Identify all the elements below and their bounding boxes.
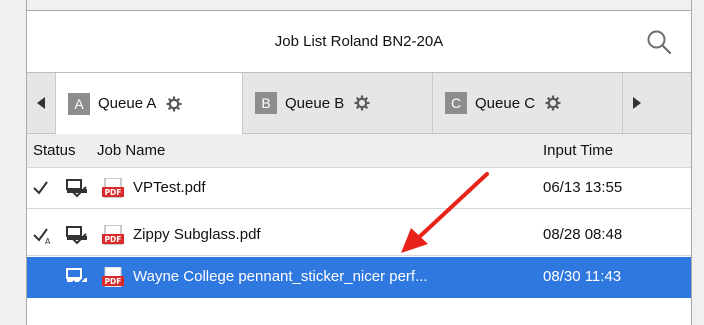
job-name: Wayne College pennant_sticker_nicer perf… — [133, 268, 428, 285]
job-input-time: 08/30 11:43 — [543, 268, 622, 285]
gear-icon[interactable] — [354, 95, 370, 111]
tab-queue-c-label: Queue C — [475, 94, 536, 112]
job-name: Zippy Subglass.pdf — [133, 226, 261, 243]
svg-text:PDF: PDF — [105, 188, 122, 197]
svg-text:A: A — [45, 237, 51, 245]
job-table-header: Status Job Name Input Time — [27, 134, 691, 168]
table-row[interactable]: A PDF Zippy Subglass.pdf 08/28 08:48 — [27, 215, 691, 256]
tab-queue-a[interactable]: A Queue A — [55, 73, 243, 134]
pdf-file-icon: PDF — [102, 267, 124, 287]
tab-queue-b[interactable]: B Queue B — [243, 73, 433, 133]
tab-scroll-right-icon[interactable] — [628, 94, 646, 112]
printer-icon — [66, 179, 87, 198]
queue-b-letter-badge: B — [255, 92, 277, 114]
printer-icon — [66, 226, 87, 245]
right-background — [691, 0, 704, 325]
column-status[interactable]: Status — [33, 134, 76, 167]
gear-icon[interactable] — [545, 95, 561, 111]
job-input-time: 06/13 13:55 — [543, 179, 623, 196]
job-name: VPTest.pdf — [133, 179, 206, 196]
table-row-selected[interactable]: PDF Wayne College pennant_sticker_nicer … — [27, 257, 691, 298]
pdf-file-icon: PDF — [102, 178, 124, 198]
job-status-icons: A — [33, 226, 87, 245]
pdf-file-icon: PDF — [102, 225, 124, 245]
table-row[interactable]: PDF VPTest.pdf 06/13 13:55 — [27, 168, 691, 209]
job-list-header: Job List Roland BN2-20A — [27, 11, 691, 73]
svg-text:PDF: PDF — [105, 235, 122, 244]
left-background — [0, 0, 26, 325]
tab-queue-b-label: Queue B — [285, 94, 345, 112]
job-list-empty-area — [27, 298, 691, 325]
gear-icon[interactable] — [166, 96, 182, 112]
queue-c-letter-badge: C — [445, 92, 467, 114]
job-status-icons — [66, 268, 87, 287]
queue-tab-bar: A Queue A B Queue B C Queue C — [27, 73, 691, 134]
printer-icon — [66, 268, 87, 287]
column-job-name[interactable]: Job Name — [97, 134, 165, 167]
search-icon[interactable] — [645, 28, 673, 56]
job-status-icons — [33, 179, 87, 198]
queue-a-letter-badge: A — [68, 92, 90, 115]
check-a-icon: A — [33, 228, 51, 245]
check-icon — [33, 181, 48, 195]
tab-queue-c[interactable]: C Queue C — [433, 73, 623, 133]
job-list-title: Job List Roland BN2-20A — [274, 33, 444, 50]
panel-top-edge — [27, 0, 691, 11]
job-list-panel: Job List Roland BN2-20A A Queue A B Queu… — [26, 0, 692, 325]
tab-queue-a-label: Queue A — [98, 95, 157, 112]
column-input-time[interactable]: Input Time — [543, 134, 613, 167]
tab-scroll-left-icon[interactable] — [33, 94, 51, 112]
job-input-time: 08/28 08:48 — [543, 226, 623, 243]
svg-text:PDF: PDF — [105, 277, 122, 286]
